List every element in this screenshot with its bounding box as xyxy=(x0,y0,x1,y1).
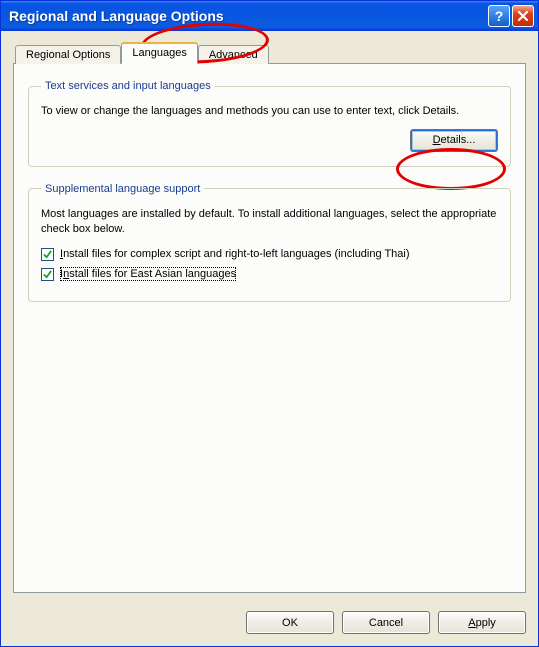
tab-label: Languages xyxy=(132,47,186,59)
checkbox-label: Install files for complex script and rig… xyxy=(60,247,410,261)
dialog-button-bar: OK Cancel Apply xyxy=(1,603,538,646)
checkbox-box[interactable] xyxy=(41,248,54,261)
help-icon: ? xyxy=(495,8,504,24)
titlebar[interactable]: Regional and Language Options ? xyxy=(1,1,538,31)
checkbox-complex-script[interactable]: Install files for complex script and rig… xyxy=(41,247,498,261)
group-description: Most languages are installed by default.… xyxy=(41,207,498,237)
window-title: Regional and Language Options xyxy=(9,8,486,24)
checkbox-box[interactable] xyxy=(41,268,54,281)
group-text-services: Text services and input languages To vie… xyxy=(28,80,511,167)
group-legend: Text services and input languages xyxy=(41,80,215,92)
tab-label: Regional Options xyxy=(26,49,110,61)
help-button[interactable]: ? xyxy=(488,5,510,27)
tab-label: Advanced xyxy=(209,49,258,61)
tab-panel-languages: Text services and input languages To vie… xyxy=(13,63,526,593)
tab-languages[interactable]: Languages xyxy=(121,42,197,64)
tab-regional-options[interactable]: Regional Options xyxy=(15,45,121,64)
apply-button[interactable]: Apply xyxy=(438,611,526,634)
checkmark-icon xyxy=(43,250,52,259)
group-legend: Supplemental language support xyxy=(41,183,204,195)
tab-advanced[interactable]: Advanced xyxy=(198,45,269,64)
details-button[interactable]: Details... xyxy=(410,129,498,152)
checkbox-label: Install files for East Asian languages xyxy=(60,267,236,281)
group-supplemental: Supplemental language support Most langu… xyxy=(28,183,511,302)
tab-strip: Regional Options Languages Advanced xyxy=(15,41,526,63)
ok-button[interactable]: OK xyxy=(246,611,334,634)
group-description: To view or change the languages and meth… xyxy=(41,104,498,119)
checkmark-icon xyxy=(43,270,52,279)
close-button[interactable] xyxy=(512,5,534,27)
cancel-button[interactable]: Cancel xyxy=(342,611,430,634)
checkbox-east-asian[interactable]: Install files for East Asian languages xyxy=(41,267,498,281)
close-icon xyxy=(517,10,529,22)
details-button-label-rest: etails... xyxy=(441,134,476,146)
content-area: Regional Options Languages Advanced Text… xyxy=(1,31,538,603)
dialog-window: Regional and Language Options ? Regional… xyxy=(0,0,539,647)
